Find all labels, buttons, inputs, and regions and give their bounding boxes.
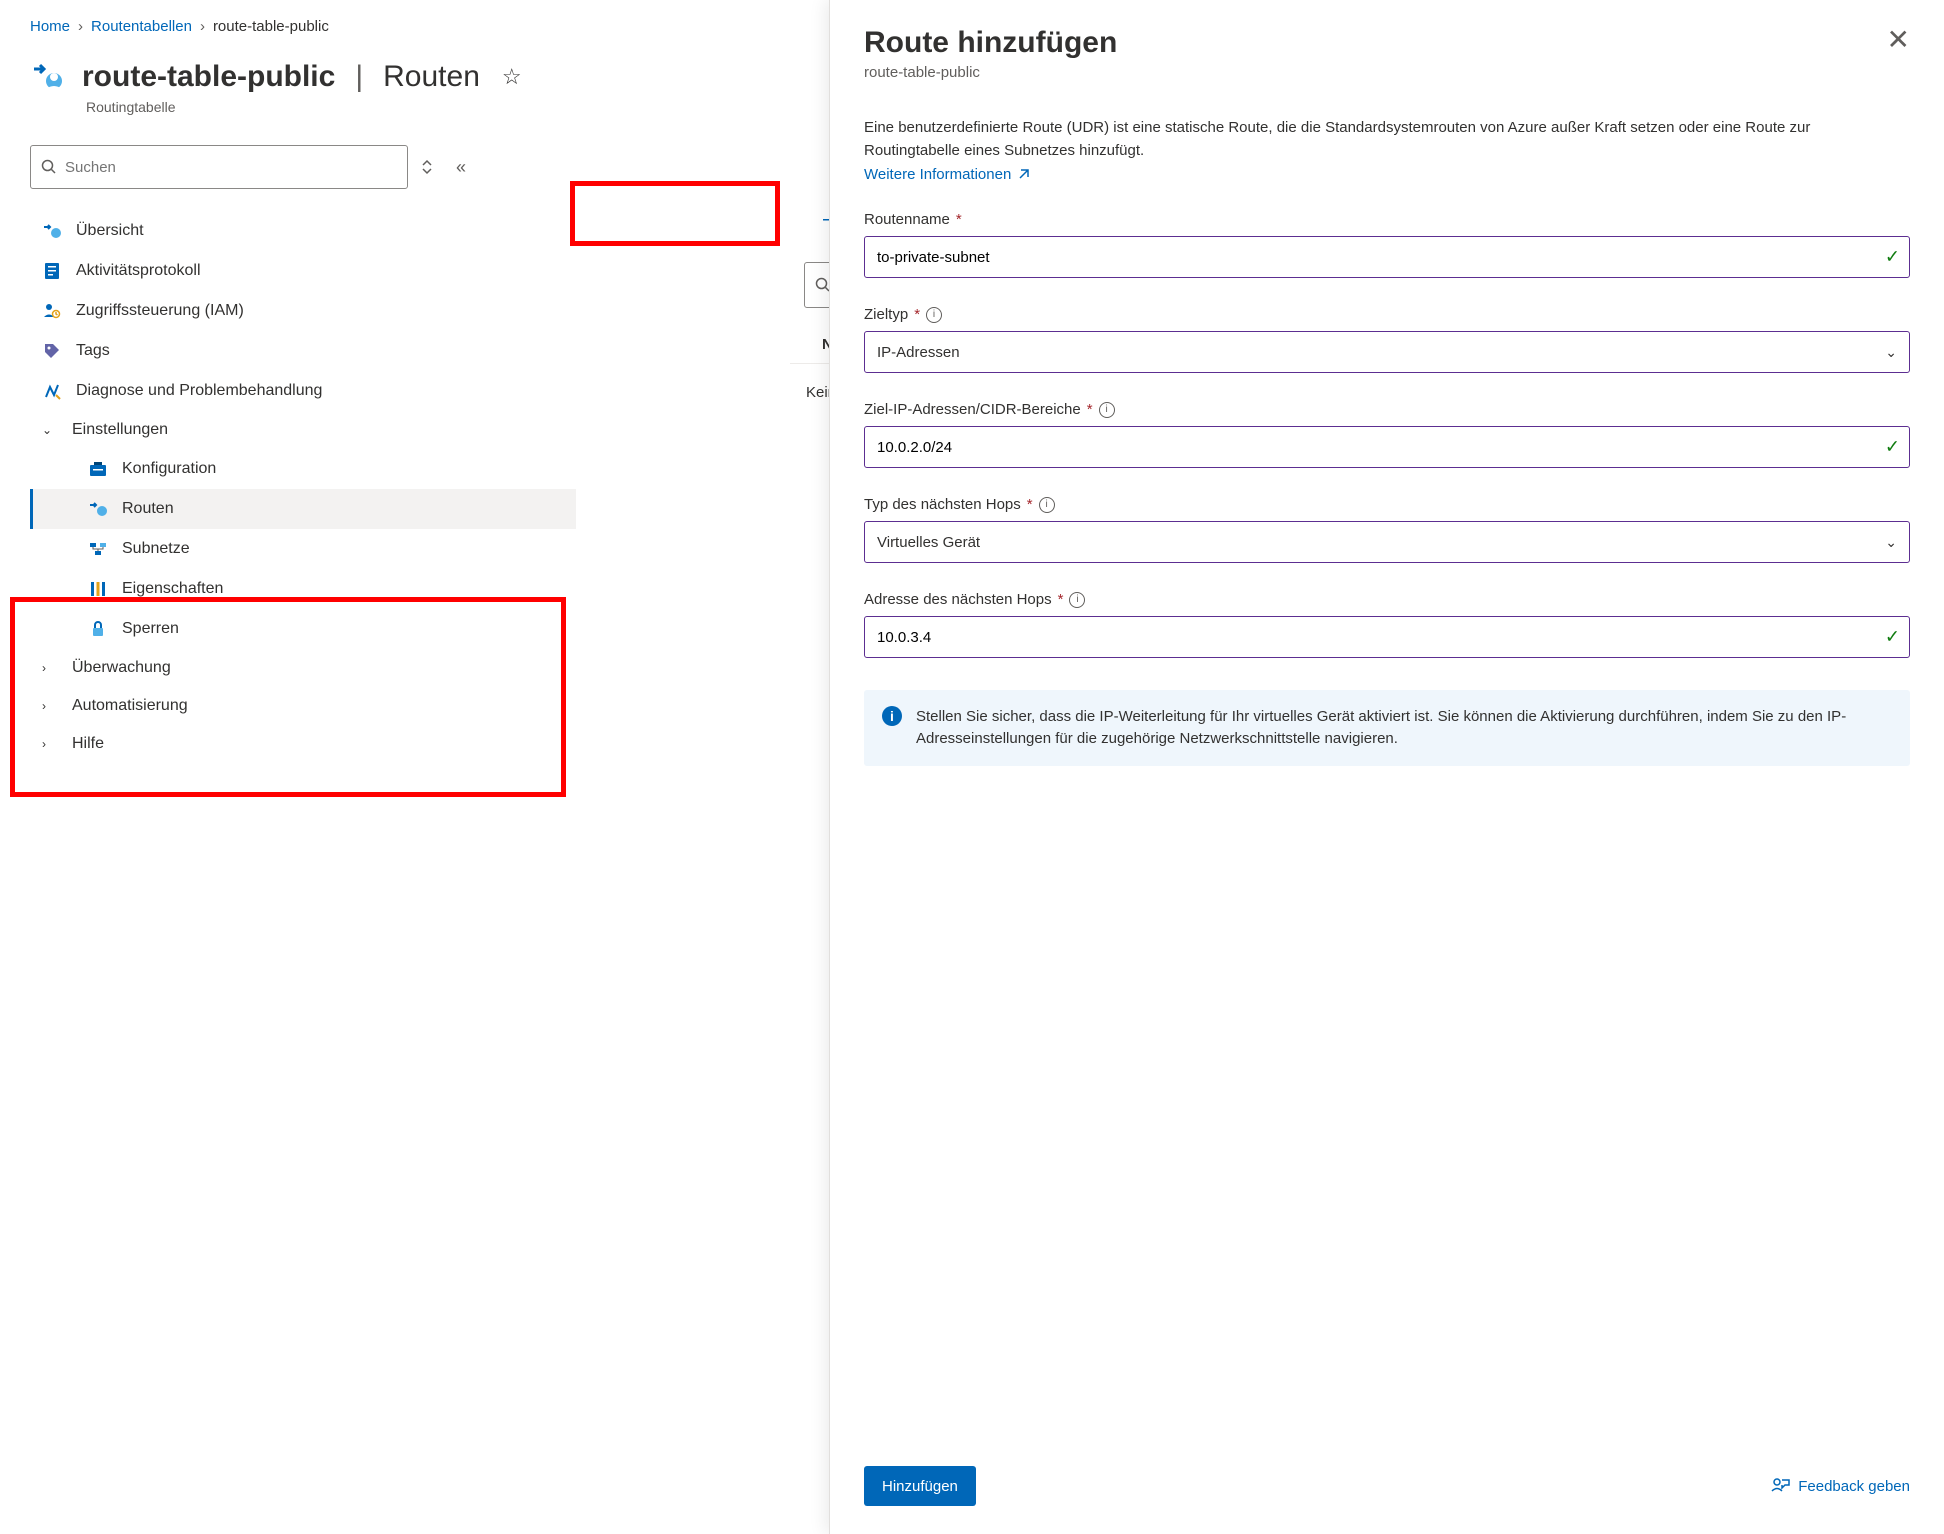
- nav-label: Übersicht: [76, 222, 144, 240]
- chevron-right-icon: ›: [42, 661, 58, 675]
- nav-group-label: Automatisierung: [72, 697, 188, 715]
- submit-add-button[interactable]: Hinzufügen: [864, 1466, 976, 1506]
- nav-group-label: Hilfe: [72, 735, 104, 753]
- nav-label: Routen: [122, 500, 174, 518]
- chevron-down-icon: ⌄: [42, 423, 58, 437]
- feedback-icon: [1770, 1476, 1790, 1496]
- collapse-panel-icon[interactable]: «: [456, 157, 466, 178]
- page-section: Routen: [383, 60, 480, 94]
- nav-group-label: Überwachung: [72, 659, 171, 677]
- checkmark-icon: ✓: [1885, 247, 1900, 268]
- nav-label: Diagnose und Problembehandlung: [76, 382, 322, 400]
- info-icon[interactable]: i: [926, 307, 942, 323]
- nav-configuration[interactable]: Konfiguration: [30, 449, 576, 489]
- add-route-panel: Route hinzufügen route-table-public ✕ Ei…: [829, 0, 1944, 1534]
- nav-label: Eigenschaften: [122, 580, 223, 598]
- expand-collapse-icon[interactable]: [420, 157, 434, 177]
- field-label-nexthop-type: Typ des nächsten Hops* i: [864, 496, 1910, 513]
- dest-type-select[interactable]: IP-Adressen ⌄: [864, 331, 1910, 373]
- nav-properties[interactable]: Eigenschaften: [30, 569, 576, 609]
- nav-group-label: Einstellungen: [72, 421, 168, 439]
- nav-group-monitoring[interactable]: › Überwachung: [30, 649, 576, 687]
- breadcrumb: Home › Routentabellen › route-table-publ…: [30, 18, 790, 35]
- routes-icon: [88, 499, 108, 519]
- nav-label: Sperren: [122, 620, 179, 638]
- nav-tags[interactable]: Tags: [30, 331, 576, 371]
- field-label-route-name: Routenname*: [864, 211, 1910, 228]
- nav-group-settings[interactable]: ⌄ Einstellungen: [30, 411, 576, 449]
- field-label-dest-cidr: Ziel-IP-Adressen/CIDR-Bereiche* i: [864, 401, 1910, 418]
- chevron-right-icon: ›: [42, 699, 58, 713]
- nav-activity-log[interactable]: Aktivitätsprotokoll: [30, 251, 576, 291]
- breadcrumb-routetables[interactable]: Routentabellen: [91, 18, 192, 35]
- more-info-link[interactable]: Weitere Informationen: [864, 166, 1030, 183]
- search-icon: [41, 159, 57, 175]
- nav-search-box[interactable]: [30, 145, 408, 189]
- nav-diagnose[interactable]: Diagnose und Problembehandlung: [30, 371, 576, 411]
- diagnose-icon: [42, 381, 62, 401]
- checkmark-icon: ✓: [1885, 627, 1900, 648]
- info-icon[interactable]: i: [1069, 592, 1085, 608]
- configuration-icon: [88, 459, 108, 479]
- checkmark-icon: ✓: [1885, 437, 1900, 458]
- dest-cidr-input[interactable]: [864, 426, 1910, 468]
- nav-label: Zugriffssteuerung (IAM): [76, 302, 244, 320]
- nexthop-addr-input[interactable]: [864, 616, 1910, 658]
- panel-subtitle: route-table-public: [864, 64, 1117, 81]
- subnets-icon: [88, 539, 108, 559]
- chevron-right-icon: ›: [78, 18, 83, 35]
- nav-label: Aktivitätsprotokoll: [76, 262, 201, 280]
- feedback-link[interactable]: Feedback geben: [1770, 1476, 1910, 1496]
- route-table-icon: [42, 221, 62, 241]
- page-title-row: route-table-public | Routen ☆: [30, 59, 790, 95]
- nav-label: Tags: [76, 342, 110, 360]
- nav-group-automation[interactable]: › Automatisierung: [30, 687, 576, 725]
- panel-title: Route hinzufügen: [864, 26, 1117, 60]
- close-icon[interactable]: ✕: [1887, 26, 1910, 54]
- panel-description: Eine benutzerdefinierte Route (UDR) ist …: [864, 117, 1910, 162]
- nav-search-input[interactable]: [65, 159, 397, 176]
- favorite-star-icon[interactable]: ☆: [502, 64, 522, 90]
- nav-overview[interactable]: Übersicht: [30, 211, 576, 251]
- iam-icon: [42, 301, 62, 321]
- nav-label: Konfiguration: [122, 460, 216, 478]
- nexthop-type-select[interactable]: Virtuelles Gerät ⌄: [864, 521, 1910, 563]
- nav-iam[interactable]: Zugriffssteuerung (IAM): [30, 291, 576, 331]
- breadcrumb-current: route-table-public: [213, 18, 329, 35]
- nav-locks[interactable]: Sperren: [30, 609, 576, 649]
- chevron-right-icon: ›: [200, 18, 205, 35]
- tags-icon: [42, 341, 62, 361]
- breadcrumb-home[interactable]: Home: [30, 18, 70, 35]
- properties-icon: [88, 579, 108, 599]
- info-icon[interactable]: i: [1099, 402, 1115, 418]
- highlight-annotation: [570, 181, 780, 246]
- route-name-input[interactable]: [864, 236, 1910, 278]
- field-label-dest-type: Zieltyp* i: [864, 306, 1910, 323]
- info-text: Stellen Sie sicher, dass die IP-Weiterle…: [916, 706, 1892, 750]
- route-table-icon: [30, 59, 66, 95]
- chevron-down-icon: ⌄: [1885, 344, 1897, 361]
- lock-icon: [88, 619, 108, 639]
- nav-label: Subnetze: [122, 540, 190, 558]
- info-icon[interactable]: i: [1039, 497, 1055, 513]
- external-link-icon: [1017, 168, 1030, 181]
- info-icon: i: [882, 706, 902, 726]
- nav-group-help[interactable]: › Hilfe: [30, 725, 576, 763]
- info-callout: i Stellen Sie sicher, dass die IP-Weiter…: [864, 690, 1910, 766]
- field-label-nexthop-addr: Adresse des nächsten Hops* i: [864, 591, 1910, 608]
- chevron-right-icon: ›: [42, 737, 58, 751]
- nav-routes[interactable]: Routen: [30, 489, 576, 529]
- nav-subnets[interactable]: Subnetze: [30, 529, 576, 569]
- page-subtitle: Routingtabelle: [86, 99, 790, 115]
- sidebar-nav: Übersicht Aktivitätsprotokoll Zugriffsst…: [30, 211, 576, 763]
- activity-log-icon: [42, 261, 62, 281]
- page-title: route-table-public: [82, 60, 335, 94]
- chevron-down-icon: ⌄: [1885, 534, 1897, 551]
